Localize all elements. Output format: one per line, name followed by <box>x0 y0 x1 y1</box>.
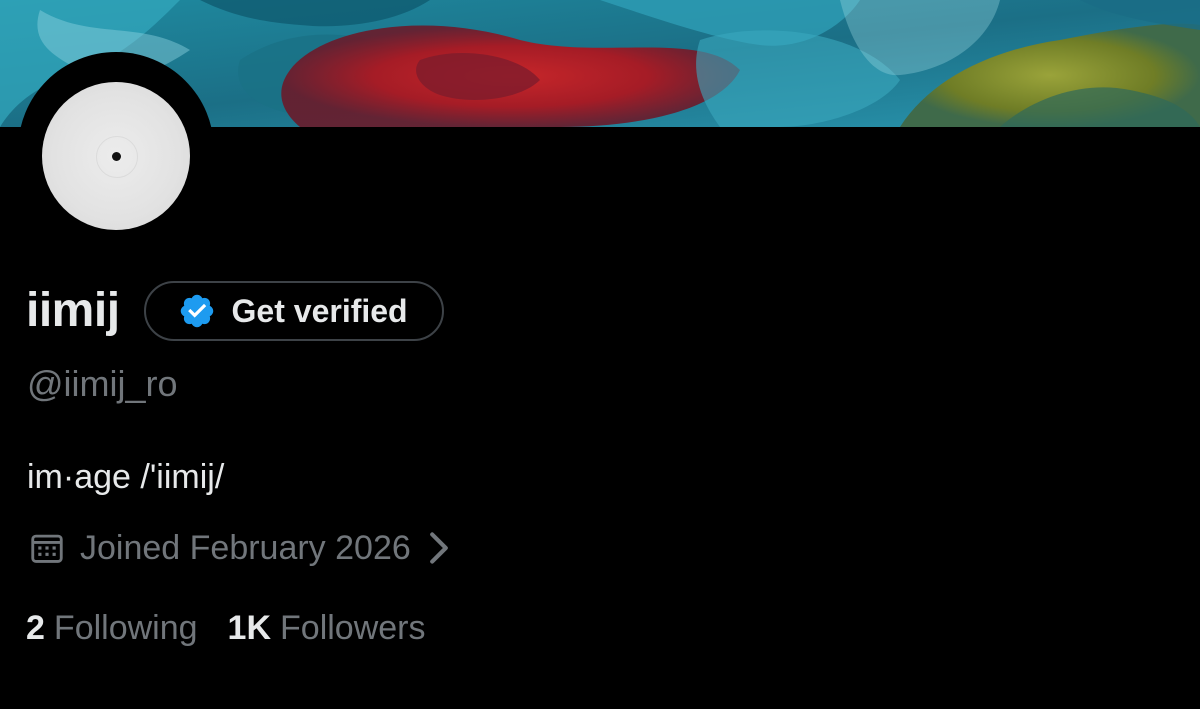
chevron-right-icon <box>429 532 448 564</box>
following-label: Following <box>53 609 198 647</box>
profile-handle: @iimij_ro <box>27 363 178 404</box>
following-count: 2 <box>26 609 45 647</box>
name-row: iimij Get verified <box>26 278 444 344</box>
followers-label: Followers <box>280 609 426 647</box>
get-verified-button[interactable]: Get verified <box>143 281 444 341</box>
get-verified-label: Get verified <box>231 293 408 329</box>
display-name: iimij <box>26 284 120 337</box>
profile-bio: im·age /'iimij/ <box>27 458 225 496</box>
joined-date-text: Joined February 2026 <box>80 529 411 567</box>
vinyl-center-hole <box>111 151 121 161</box>
following-link[interactable]: 2 Following <box>26 608 198 648</box>
calendar-icon <box>31 534 63 563</box>
profile-page: iimij Get verified @iimij_ro im·age /'ii… <box>0 0 1200 709</box>
verified-badge-icon <box>180 294 213 328</box>
followers-link[interactable]: 1K Followers <box>228 608 426 648</box>
joined-date-row[interactable]: Joined February 2026 <box>28 526 451 570</box>
followers-count: 1K <box>227 609 272 647</box>
follow-stats-row: 2 Following 1K Followers <box>26 606 426 650</box>
avatar[interactable] <box>42 82 190 230</box>
